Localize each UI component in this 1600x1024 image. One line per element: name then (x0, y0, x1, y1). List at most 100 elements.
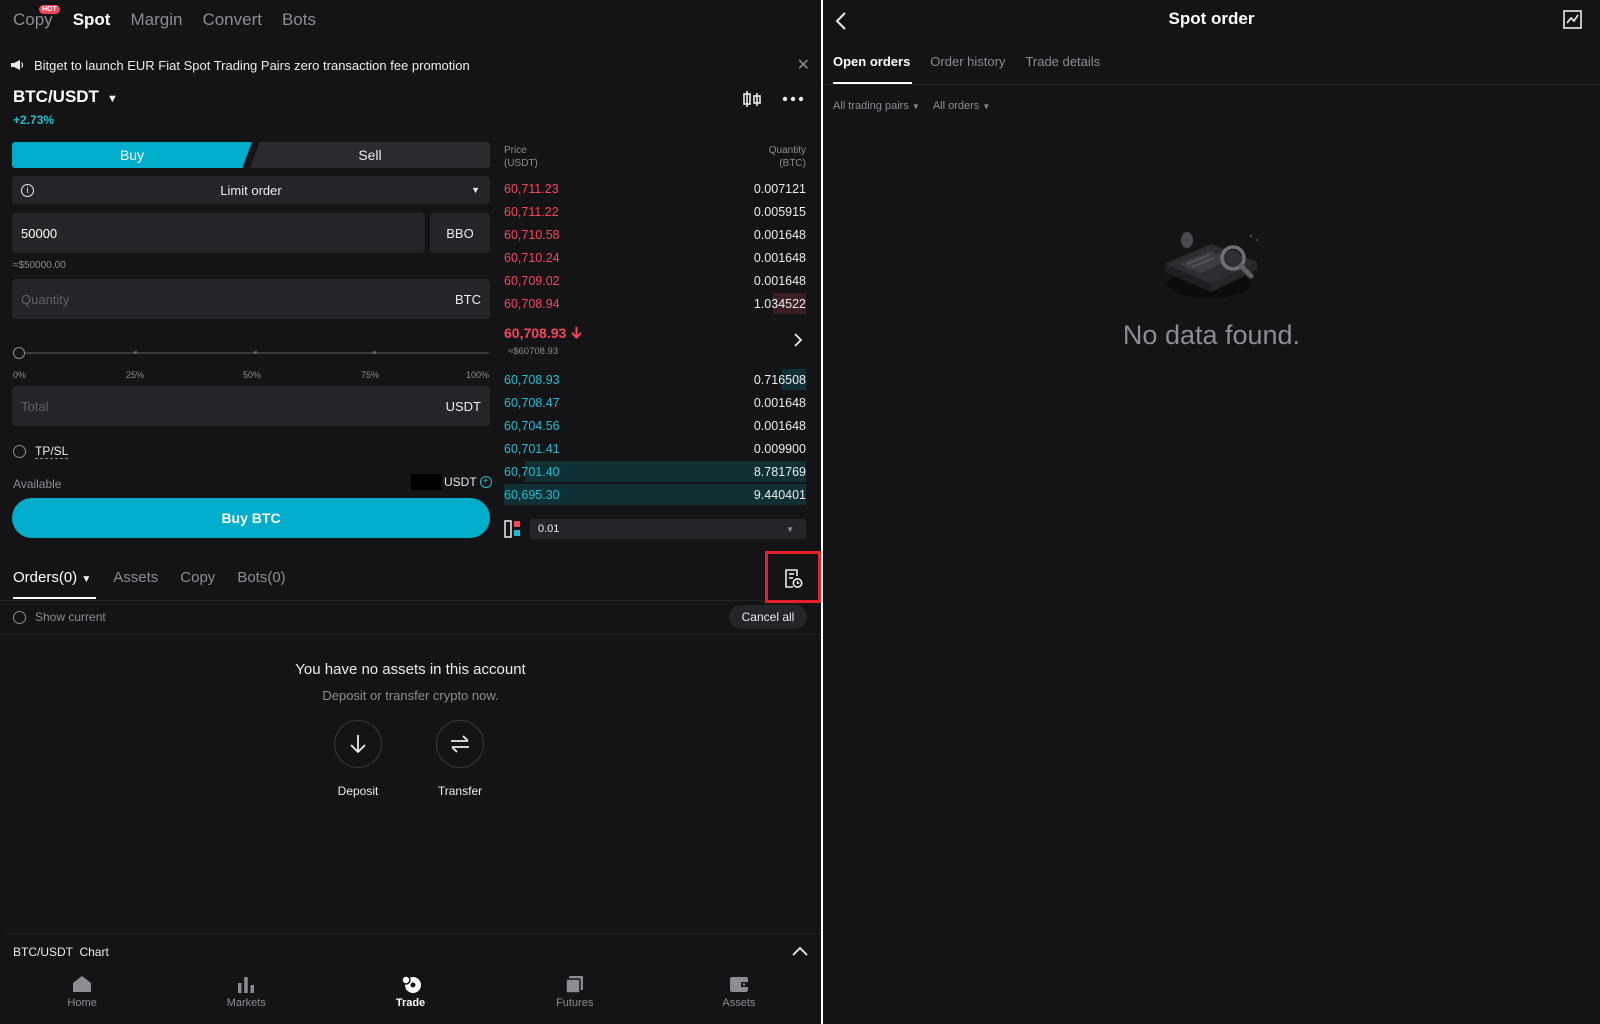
tab-orders-label: Orders(0) (13, 569, 78, 586)
nav-trade[interactable]: Trade (328, 975, 492, 1024)
transfer-circle[interactable] (436, 720, 484, 768)
ask-quantity: 0.007121 (753, 181, 806, 196)
bid-row[interactable]: 60,701.40 8.781769 (504, 460, 806, 483)
quantity-placeholder: Quantity (21, 291, 70, 307)
top-tab-copy[interactable]: Copy HOT (13, 5, 60, 30)
nav-home[interactable]: Home (0, 975, 164, 1024)
megaphone-icon (11, 60, 24, 70)
total-unit: USDT (445, 398, 481, 414)
spot-trade-screen: Copy HOT Spot Margin Convert Bots Bitget… (0, 0, 821, 1024)
ask-price: 60,710.58 (504, 227, 560, 242)
radio-icon[interactable] (13, 610, 26, 624)
radio-icon[interactable] (13, 445, 26, 458)
close-icon[interactable]: ✕ (797, 55, 810, 75)
bid-row[interactable]: 60,708.93 0.716508 (504, 368, 806, 391)
bid-row[interactable]: 60,701.41 0.009900 (504, 437, 806, 460)
order-type-select[interactable]: i Limit order ▼ (12, 176, 490, 204)
bid-row[interactable]: 60,708.47 0.001648 (504, 391, 806, 414)
wallet-icon (729, 977, 748, 992)
tab-trade-details[interactable]: Trade details (1025, 54, 1100, 69)
slider-mark: 25% (126, 370, 145, 380)
depth-layout-icon[interactable] (504, 520, 522, 538)
nav-futures[interactable]: Futures (493, 975, 657, 1024)
deposit-button[interactable] (334, 720, 382, 768)
nav-markets[interactable]: Markets (164, 975, 328, 1024)
ask-row[interactable]: 60,711.23 0.007121 (504, 177, 806, 200)
tab-orders[interactable]: Orders(0) ▼ (13, 569, 91, 586)
ask-row[interactable]: 60,710.58 0.001648 (504, 223, 806, 246)
redacted-balance (411, 474, 442, 490)
ask-row[interactable]: 60,710.24 0.001648 (504, 246, 806, 269)
caret-down-icon: ▼ (471, 185, 480, 195)
top-tab-bots[interactable]: Bots (282, 10, 316, 30)
empty-state-illustration (1165, 232, 1258, 298)
announcement-bar[interactable]: Bitget to launch EUR Fiat Spot Trading P… (10, 56, 810, 74)
ask-price: 60,711.23 (504, 181, 559, 196)
tab-bots[interactable]: Bots(0) (237, 569, 285, 586)
nav-home-label: Home (67, 997, 97, 1009)
ask-row[interactable]: 60,711.22 0.005915 (504, 200, 806, 223)
chart-report-icon[interactable] (1563, 10, 1582, 29)
quantity-input[interactable]: Quantity BTC (12, 279, 490, 319)
amount-slider[interactable] (13, 347, 489, 359)
buy-btc-button[interactable]: Buy BTC (12, 498, 490, 538)
arrow-down-icon (350, 735, 366, 754)
transfer-button[interactable] (436, 720, 484, 768)
transfer-label: Transfer (437, 784, 483, 798)
top-tab-margin[interactable]: Margin (130, 10, 182, 30)
filter-all-orders[interactable]: All orders ▼ (933, 100, 990, 112)
tab-copy[interactable]: Copy (180, 569, 215, 586)
pair-name: BTC/USDT (13, 87, 99, 106)
bbo-button[interactable]: BBO (430, 213, 490, 253)
tab-open-orders[interactable]: Open orders (833, 54, 910, 69)
plus-circle-icon[interactable]: + (479, 476, 492, 488)
precision-select[interactable]: 0.01 ▼ (530, 519, 806, 539)
bid-price: 60,701.40 (504, 464, 560, 479)
chart-toggle-label[interactable]: BTC/USDT Chart (13, 945, 109, 959)
pair-selector[interactable]: BTC/USDT ▼ (13, 87, 118, 107)
top-tab-convert[interactable]: Convert (202, 10, 262, 30)
empty-subtitle: Deposit or transfer crypto now. (322, 688, 499, 703)
chevron-right-icon[interactable] (793, 333, 803, 347)
ask-quantity: 1.034522 (753, 296, 806, 311)
nav-assets[interactable]: Assets (657, 975, 821, 1024)
tab-order-history[interactable]: Order history (930, 54, 1005, 69)
divider (0, 634, 821, 635)
total-input[interactable]: Total USDT (12, 386, 490, 426)
ask-price: 60,710.24 (504, 250, 560, 265)
price-input[interactable]: 50000 (12, 213, 425, 253)
futures-icon (564, 976, 583, 993)
top-tab-spot[interactable]: Spot (73, 10, 111, 30)
buy-tab[interactable]: Buy (12, 142, 252, 168)
spot-order-screen: Spot order Open orders Order history Tra… (823, 0, 1600, 1024)
order-filters: All trading pairs ▼ All orders ▼ (833, 100, 990, 112)
ask-row[interactable]: 60,708.94 1.034522 (504, 292, 806, 315)
quantity-unit: BTC (455, 291, 481, 307)
show-current-toggle[interactable]: Show current (13, 610, 106, 624)
slider-handle[interactable] (13, 347, 25, 359)
deposit-circle[interactable] (334, 720, 382, 768)
candlestick-icon[interactable] (742, 89, 762, 109)
announcement-text: Bitget to launch EUR Fiat Spot Trading P… (34, 57, 470, 73)
tab-assets[interactable]: Assets (113, 569, 158, 586)
more-icon[interactable] (782, 96, 804, 102)
cancel-all-button[interactable]: Cancel all (729, 605, 807, 629)
bid-quantity: 8.781769 (753, 464, 806, 479)
info-icon[interactable]: i (21, 183, 34, 197)
last-price[interactable]: 60,708.93 (504, 325, 583, 341)
bid-quantity: 0.001648 (753, 395, 806, 410)
nav-futures-label: Futures (556, 997, 594, 1009)
tpsl-toggle[interactable]: TP/SL (13, 444, 69, 459)
chevron-up-icon[interactable] (792, 946, 808, 956)
quantity-header-label: Quantity (768, 145, 806, 156)
price-header-label: Price (504, 145, 527, 156)
bid-row[interactable]: 60,695.30 9.440401 (504, 483, 806, 506)
ask-row[interactable]: 60,709.02 0.001648 (504, 269, 806, 292)
bid-row[interactable]: 60,704.56 0.001648 (504, 414, 806, 437)
bid-quantity: 0.716508 (753, 372, 806, 387)
sell-tab[interactable]: Sell (250, 142, 490, 168)
filter-trading-pairs[interactable]: All trading pairs ▼ (833, 100, 920, 112)
price-change: +2.73% (13, 113, 55, 127)
home-icon (73, 976, 92, 992)
show-current-label: Show current (35, 610, 106, 624)
